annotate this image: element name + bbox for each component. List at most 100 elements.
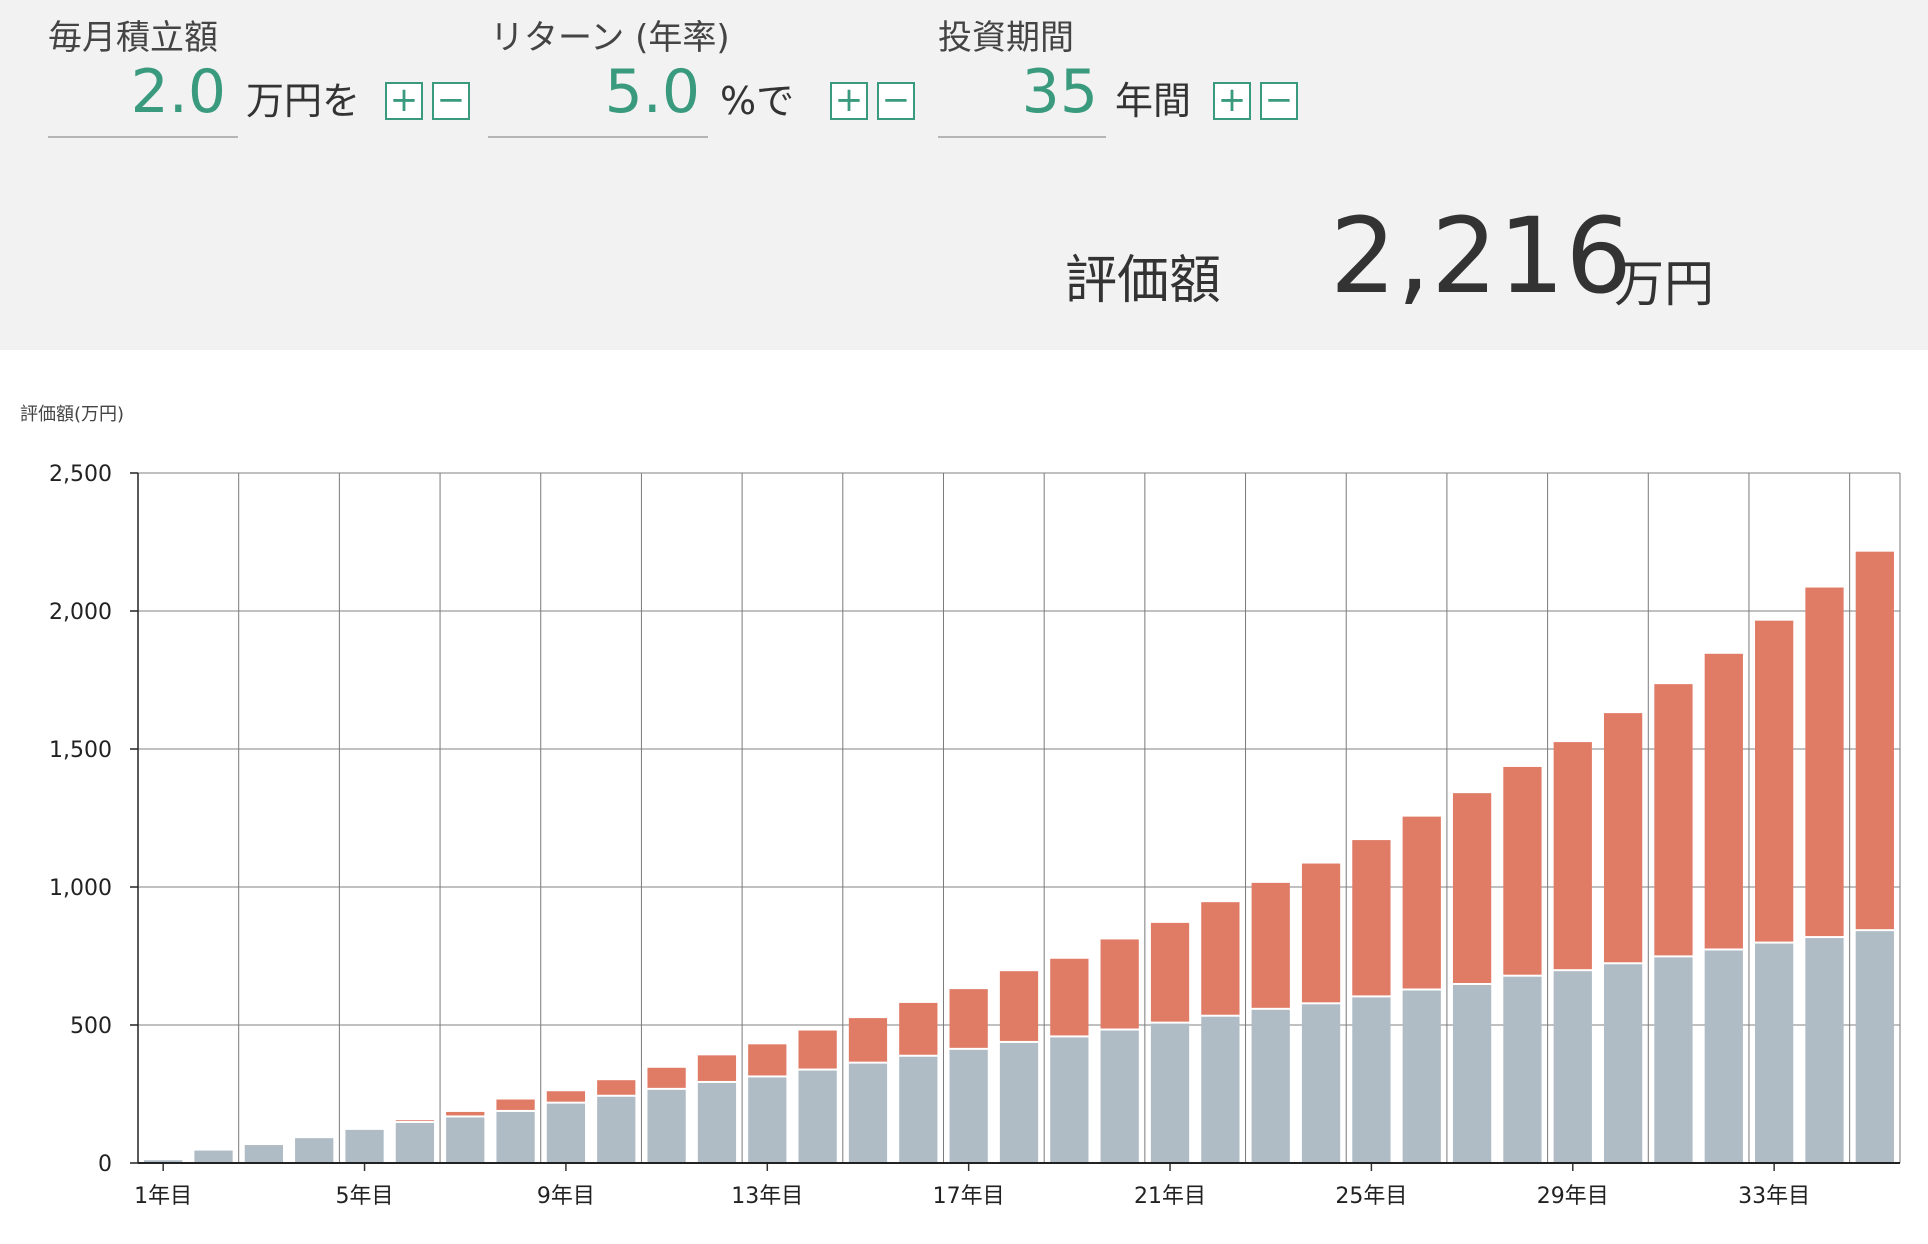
bar-principal (295, 1138, 334, 1163)
bar-principal (345, 1129, 384, 1163)
bar-gain (1553, 742, 1592, 970)
bar-gain (1503, 766, 1542, 975)
bar-gain (949, 989, 988, 1048)
bar-gain (1452, 793, 1492, 983)
period-decrement-button[interactable]: − (1260, 82, 1298, 120)
bar-principal (647, 1089, 686, 1163)
bar-gain (546, 1091, 586, 1102)
y-tick-label: 2,500 (49, 462, 112, 487)
y-axis-label: 評価額(万円) (20, 404, 125, 425)
bar-gain (446, 1111, 485, 1116)
y-tick-label: 500 (70, 1014, 112, 1039)
bar-principal (949, 1049, 988, 1163)
period-label: 投資期間 (938, 18, 1074, 58)
bar-gain (848, 1018, 888, 1062)
bar-gain (1352, 840, 1391, 996)
bar-principal (748, 1077, 787, 1163)
y-tick-label: 0 (98, 1152, 112, 1177)
bar-principal (1805, 938, 1844, 1163)
bar-principal (1704, 950, 1743, 1163)
rate-decrement-button[interactable]: − (877, 82, 915, 120)
rate-input-underline (488, 136, 708, 138)
bar-principal (395, 1122, 435, 1163)
bar-principal (1553, 971, 1592, 1163)
bar-gain (899, 1002, 938, 1055)
y-tick-label: 1,000 (49, 876, 112, 901)
monthly-increment-button[interactable]: + (385, 82, 423, 120)
bar-principal (244, 1145, 283, 1163)
x-tick-label: 1年目 (134, 1184, 192, 1209)
result-unit: 万円 (1614, 255, 1714, 313)
period-input[interactable]: 35 (1022, 56, 1098, 128)
x-tick-label: 5年目 (336, 1184, 394, 1209)
bar-principal (1603, 964, 1643, 1163)
bar-principal (899, 1056, 938, 1163)
x-tick-label: 17年目 (933, 1184, 1005, 1209)
bar-gain (1654, 684, 1693, 956)
monthly-input-underline (48, 136, 238, 138)
bar-gain (647, 1067, 686, 1088)
bar-gain (1855, 551, 1894, 930)
bar-principal (1755, 943, 1794, 1163)
bar-principal (1251, 1009, 1290, 1163)
bar-gain (999, 971, 1039, 1041)
bar-gain (1201, 902, 1240, 1015)
monthly-unit: 万円を (246, 79, 361, 123)
bar-gain (697, 1055, 737, 1081)
result-label: 評価額 (1065, 251, 1222, 311)
rate-unit: %で (720, 79, 795, 123)
bar-principal (1352, 997, 1391, 1163)
bar-principal (446, 1117, 485, 1163)
bar-principal (1301, 1004, 1341, 1163)
bar-gain (1603, 713, 1643, 963)
y-tick-label: 2,000 (49, 600, 112, 625)
bar-principal (1855, 931, 1894, 1163)
bar-gain (496, 1099, 535, 1110)
bar-gain (1150, 922, 1190, 1022)
rate-label: リターン (年率) (490, 18, 730, 58)
control-panel: 毎月積立額 2.0 万円を + − リターン (年率) 5.0 %で + − 投… (0, 0, 1928, 350)
bar-principal (1150, 1023, 1190, 1163)
bar-principal (1100, 1030, 1139, 1163)
bar-principal (1503, 976, 1542, 1163)
bar-principal (1654, 957, 1693, 1163)
bar-principal (194, 1150, 233, 1163)
bar-gain (1755, 620, 1794, 942)
bar-gain (748, 1044, 787, 1076)
x-tick-label: 13年目 (731, 1184, 803, 1209)
x-tick-label: 21年目 (1134, 1184, 1206, 1209)
bar-gain (1050, 958, 1089, 1036)
bar-principal (1050, 1037, 1089, 1163)
monthly-input[interactable]: 2.0 (131, 56, 226, 128)
bar-gain (1805, 587, 1844, 937)
monthly-label: 毎月積立額 (48, 18, 218, 58)
bar-gain (597, 1080, 636, 1095)
bar-principal (496, 1111, 535, 1163)
bar-principal (848, 1063, 888, 1163)
y-tick-label: 1,500 (49, 738, 112, 763)
rate-increment-button[interactable]: + (830, 82, 868, 120)
bar-principal (1452, 984, 1492, 1163)
x-tick-label: 25年目 (1335, 1184, 1407, 1209)
bar-gain (798, 1030, 837, 1069)
bar-principal (546, 1103, 586, 1163)
rate-input[interactable]: 5.0 (605, 56, 700, 128)
bar-gain (1704, 653, 1743, 949)
chart-area: 評価額(万円) 0 500 1,000 1,500 2,000 2,500 1年目 5年目 9年… (0, 350, 1928, 1240)
bar-principal (697, 1082, 737, 1163)
bar-principal (1402, 990, 1441, 1163)
bar-principal (999, 1042, 1039, 1163)
period-input-underline (938, 136, 1106, 138)
bar-gain (1251, 882, 1290, 1008)
bar-chart: 0 500 1,000 1,500 2,000 2,500 1年目 5年目 9年目 13年目 17年… (49, 462, 1901, 1209)
bar-gain (395, 1120, 435, 1121)
x-tick-label: 29年目 (1537, 1184, 1609, 1209)
bar-gain (1100, 939, 1139, 1029)
x-tick-label: 33年目 (1738, 1184, 1810, 1209)
bar-principal (1201, 1016, 1240, 1163)
monthly-decrement-button[interactable]: − (432, 82, 470, 120)
period-increment-button[interactable]: + (1213, 82, 1251, 120)
result-value: 2,216 (1330, 195, 1633, 317)
period-unit: 年間 (1115, 79, 1192, 123)
x-tick-label: 9年目 (537, 1184, 595, 1209)
